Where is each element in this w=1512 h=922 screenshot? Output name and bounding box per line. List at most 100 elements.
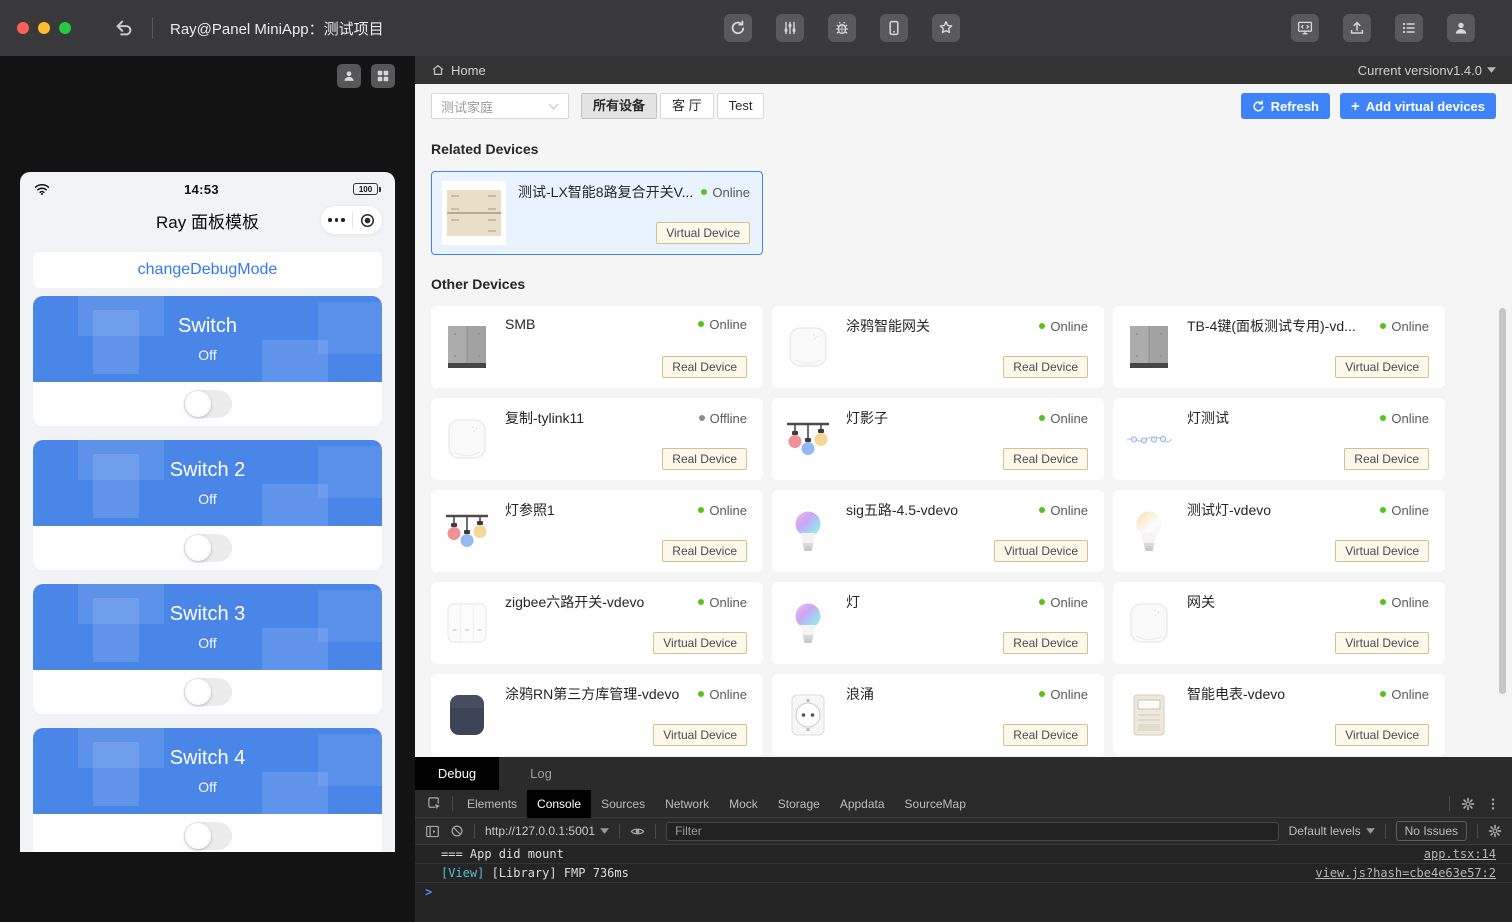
device-card[interactable]: 智能电表-vdevo Online Virtual Device (1113, 674, 1445, 756)
switch-toggle[interactable] (183, 678, 232, 706)
room-tab[interactable]: Test (716, 93, 765, 119)
device-card[interactable]: 涂鸦智能网关 Online Real Device (772, 306, 1104, 388)
clear-console-icon[interactable] (450, 824, 464, 838)
refresh-button-label: Refresh (1270, 98, 1320, 114)
minimize-window-button[interactable] (38, 22, 50, 34)
status-dot (1039, 507, 1046, 513)
switch-toggle[interactable] (183, 390, 232, 418)
device-card[interactable]: 网关 Online Virtual Device (1113, 582, 1445, 664)
devtools-settings-icon[interactable] (1461, 797, 1475, 811)
device-name: 灯参照1 (505, 502, 555, 518)
change-debug-mode-button[interactable]: changeDebugMode (33, 252, 382, 288)
list-tool-button[interactable] (1395, 14, 1423, 42)
switch-toggle[interactable] (183, 534, 232, 562)
inspect-element-icon[interactable] (427, 796, 442, 811)
add-button-label: Add virtual devices (1365, 98, 1485, 114)
editor-tool-button[interactable] (1291, 14, 1319, 42)
device-card[interactable]: 测试-LX智能8路复合开关V... Online Virtual Device (431, 171, 763, 255)
room-tab[interactable]: 客 厅 (660, 93, 714, 119)
person-icon (342, 69, 356, 83)
devtools-tab-appdata[interactable]: Appdata (830, 790, 895, 818)
related-devices-list: 测试-LX智能8路复合开关V... Online Virtual Device (431, 171, 1496, 255)
family-select[interactable]: 测试家庭 (431, 93, 569, 119)
device-tool-button[interactable] (880, 14, 908, 42)
no-issues-button[interactable]: No Issues (1395, 821, 1467, 841)
debugger-tab-log[interactable]: Log (499, 757, 583, 790)
refresh-icon (1252, 99, 1265, 113)
console-prompt-row[interactable]: > (415, 883, 1512, 902)
tune-tool-button[interactable] (776, 14, 804, 42)
status-dot (1380, 691, 1387, 697)
console-settings-icon[interactable] (1488, 824, 1502, 838)
scrollbar-thumb[interactable] (1499, 308, 1506, 694)
console-filter-input[interactable] (666, 821, 1279, 841)
device-card[interactable]: SMB Online Real Device (431, 306, 763, 388)
device-name: 复制-tylink11 (505, 410, 585, 426)
device-card[interactable]: 灯参照1 Online Real Device (431, 490, 763, 572)
add-virtual-devices-button[interactable]: + Add virtual devices (1340, 93, 1496, 119)
editor-icon (1297, 20, 1313, 36)
breadcrumb[interactable]: Home (451, 63, 486, 78)
titlebar-divider (152, 17, 153, 39)
caret-down-icon (1365, 828, 1375, 834)
source-link[interactable]: view.js?hash=cbe4e63e57:2 (1315, 864, 1496, 882)
refresh-tool-button[interactable] (724, 14, 752, 42)
status-dot (1380, 599, 1387, 605)
bug-tool-button[interactable] (828, 14, 856, 42)
device-card[interactable]: TB-4键(面板测试专用)-vd... Online Virtual Device (1113, 306, 1445, 388)
console-sidebar-icon[interactable] (425, 824, 440, 839)
device-card[interactable]: 灯影子 Online Real Device (772, 398, 1104, 480)
version-selector[interactable]: Current version v1.4.0 (1358, 63, 1496, 78)
devtools-tab-sourcemap[interactable]: SourceMap (895, 790, 976, 818)
device-status: Online (701, 185, 750, 200)
device-status: Online (698, 317, 747, 332)
account-tool-button[interactable] (1447, 14, 1475, 42)
device-card[interactable]: 灯 Online Real Device (772, 582, 1104, 664)
version-value: v1.4.0 (1446, 62, 1482, 78)
device-card[interactable]: 涂鸦RN第三方库管理-vdevo Online Virtual Device (431, 674, 763, 756)
switch-toggle[interactable] (183, 822, 232, 850)
log-levels-label: Default levels (1288, 824, 1361, 838)
debugger-tab-debug[interactable]: Debug (415, 757, 499, 790)
devtools-tab-sources[interactable]: Sources (591, 790, 655, 818)
device-card[interactable]: sig五路-4.5-vdevo Online Virtual Device (772, 490, 1104, 572)
more-options-icon[interactable] (1486, 797, 1500, 811)
device-card[interactable]: 复制-tylink11 Offline Real Device (431, 398, 763, 480)
star-tool-button[interactable] (932, 14, 960, 42)
refresh-button[interactable]: Refresh (1240, 93, 1331, 119)
zoom-window-button[interactable] (59, 22, 71, 34)
devtools-tab-storage[interactable]: Storage (768, 790, 830, 818)
bulb-warm-image (1125, 507, 1173, 555)
grid-tool-button[interactable] (371, 64, 395, 88)
upload-tool-button[interactable] (1343, 14, 1371, 42)
js-context-selector[interactable]: http://127.0.0.1:5001 (485, 824, 610, 838)
breadcrumb-bar: Home Current version v1.4.0 (415, 56, 1512, 84)
debugger-panel: Debug Log Elements Console Sources Network Mo… (415, 757, 1512, 922)
device-card[interactable]: 灯测试 Online Real Device (1113, 398, 1445, 480)
device-card[interactable]: 测试灯-vdevo Online Virtual Device (1113, 490, 1445, 572)
devtools-tab-console[interactable]: Console (527, 789, 592, 818)
more-menu-button[interactable] (328, 218, 345, 222)
status-dot (698, 415, 705, 421)
device-name: 智能电表-vdevo (1187, 686, 1286, 702)
source-link[interactable]: app.tsx:14 (1424, 845, 1496, 863)
person-tool-button[interactable] (337, 64, 361, 88)
device-name: 涂鸦智能网关 (846, 318, 930, 334)
devtools-tab-network[interactable]: Network (655, 790, 719, 818)
context-url: http://127.0.0.1:5001 (485, 824, 596, 838)
live-expression-icon[interactable] (630, 824, 645, 839)
devtools-tab-elements[interactable]: Elements (457, 790, 527, 818)
account-icon (1453, 20, 1469, 36)
back-icon[interactable] (113, 17, 135, 39)
devtools-tab-mock[interactable]: Mock (719, 790, 768, 818)
device-card[interactable]: 浪涌 Online Real Device (772, 674, 1104, 756)
meter-image (1125, 691, 1173, 739)
room-tab[interactable]: 所有设备 (581, 93, 658, 119)
close-window-button[interactable] (17, 22, 29, 34)
log-levels-select[interactable]: Default levels (1289, 824, 1375, 838)
device-card[interactable]: zigbee六路开关-vdevo Online Virtual Device (431, 582, 763, 664)
device-name: 浪涌 (846, 686, 874, 702)
device-type-tag: Real Device (1003, 448, 1088, 470)
gateway-white-image (443, 415, 491, 463)
exit-miniapp-button[interactable] (360, 213, 375, 228)
